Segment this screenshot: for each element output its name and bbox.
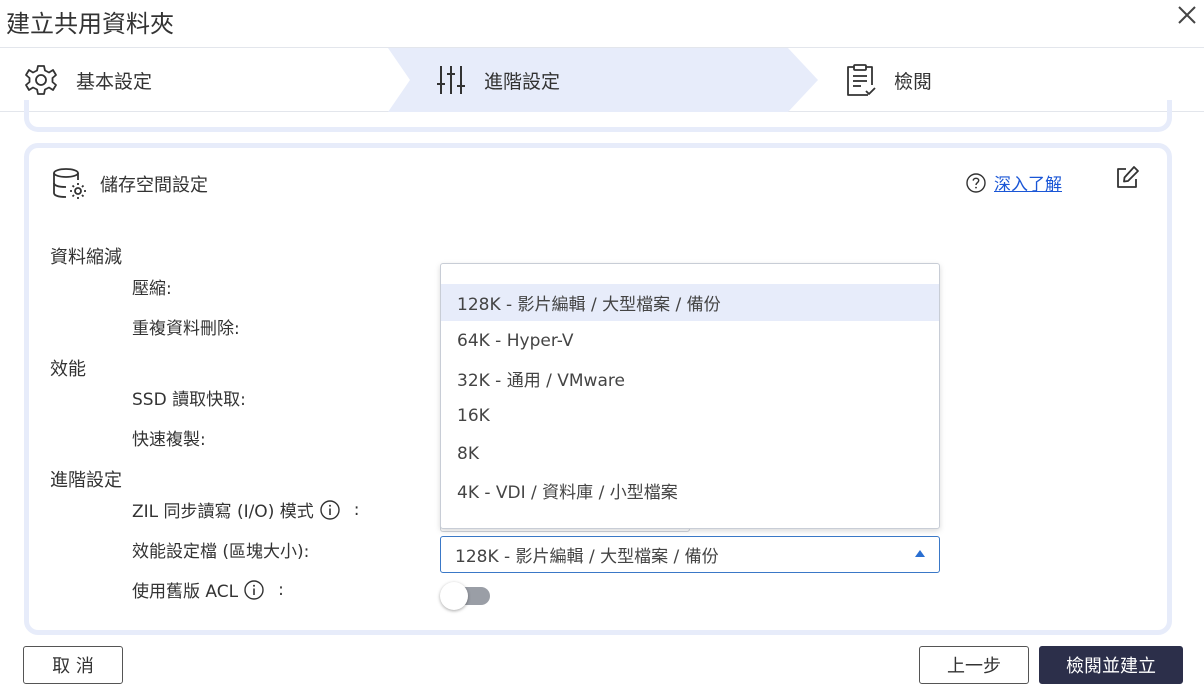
- zil-mode-label: ZIL 同步讀寫 (I/O) 模式 :: [132, 497, 360, 523]
- ssd-cache-label: SSD 讀取快取:: [132, 390, 246, 410]
- step-label: 基本設定: [76, 70, 153, 93]
- profile-select-value: 128K - 影片編輯 / 大型檔案 / 備份: [455, 547, 719, 567]
- profile-dropdown-list: 128K - 影片編輯 / 大型檔案 / 備份 64K - Hyper-V 32…: [440, 263, 940, 529]
- close-icon[interactable]: [1176, 4, 1198, 26]
- dropdown-option[interactable]: 16K: [441, 397, 939, 434]
- info-icon[interactable]: [244, 579, 264, 600]
- clipboard-check-icon: [847, 64, 876, 96]
- previous-card-edge: [24, 100, 1172, 132]
- dialog-title: 建立共用資料夾: [6, 10, 174, 38]
- database-gear-icon: [53, 168, 86, 199]
- profile-select[interactable]: 128K - 影片編輯 / 大型檔案 / 備份: [440, 536, 940, 573]
- dedup-label: 重複資料刪除:: [132, 319, 240, 339]
- card-title: 儲存空間設定: [100, 175, 208, 196]
- step-label: 檢閱: [894, 70, 933, 93]
- learn-more-link[interactable]: 深入了解: [994, 170, 1062, 195]
- dropdown-option[interactable]: 64K - Hyper-V: [441, 322, 939, 359]
- gear-icon: [25, 65, 57, 95]
- dropdown-option[interactable]: 32K - 通用 / VMware: [441, 360, 939, 397]
- card-header: 儲存空間設定: [52, 168, 208, 200]
- step-label: 進階設定: [484, 70, 561, 93]
- learn-more: 深入了解: [966, 170, 1062, 195]
- section-advanced: 進階設定: [50, 470, 122, 491]
- section-data-reduction: 資料縮減: [50, 247, 122, 268]
- profile-label: 效能設定檔 (區塊大小):: [132, 542, 310, 562]
- fast-clone-label: 快速複製:: [132, 430, 206, 450]
- dropdown-option[interactable]: 128K - 影片編輯 / 大型檔案 / 備份: [441, 284, 939, 321]
- help-circle-icon: [966, 172, 986, 193]
- previous-step-button[interactable]: 上一步: [919, 646, 1029, 684]
- legacy-acl-colon: :: [278, 579, 284, 600]
- sliders-icon: [437, 66, 465, 94]
- legacy-acl-toggle[interactable]: [440, 582, 490, 610]
- edit-icon[interactable]: [1114, 165, 1140, 191]
- toggle-knob: [440, 582, 468, 610]
- zil-mode-colon: :: [353, 499, 360, 520]
- cancel-button[interactable]: 取 消: [23, 646, 123, 684]
- dropdown-option[interactable]: 4K - VDI / 資料庫 / 小型檔案: [441, 472, 939, 509]
- info-icon[interactable]: [320, 499, 340, 520]
- legacy-acl-label: 使用舊版 ACL :: [132, 577, 284, 603]
- compression-label: 壓縮:: [132, 279, 172, 299]
- review-and-create-button[interactable]: 檢閱並建立: [1039, 646, 1183, 684]
- legacy-acl-text: 使用舊版 ACL: [132, 582, 239, 602]
- dropdown-option[interactable]: 8K: [441, 435, 939, 472]
- chevron-up-icon: [915, 550, 925, 557]
- zil-mode-text: ZIL 同步讀寫 (I/O) 模式: [132, 502, 314, 522]
- section-performance: 效能: [50, 359, 86, 380]
